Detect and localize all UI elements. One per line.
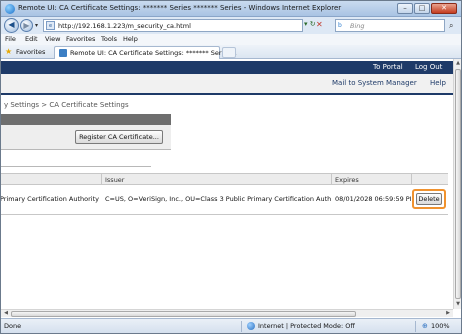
help-link[interactable]: Help xyxy=(430,79,446,87)
status-separator xyxy=(241,321,242,332)
forward-button[interactable]: ▶ xyxy=(20,19,33,32)
tab-favicon-icon xyxy=(59,49,67,57)
menu-help[interactable]: Help xyxy=(123,35,138,43)
delete-highlight: Delete xyxy=(412,189,446,209)
divider xyxy=(1,149,171,150)
logout-link[interactable]: Log Out xyxy=(415,63,442,71)
menu-view[interactable]: View xyxy=(45,35,60,43)
page-viewport: To Portal Log Out Mail to System Manager… xyxy=(1,59,453,309)
column-separator xyxy=(101,174,102,184)
header-divider xyxy=(1,93,453,95)
register-ca-certificate-button[interactable]: Register CA Certificate... xyxy=(75,130,163,144)
minimize-button[interactable]: – xyxy=(397,3,413,14)
column-separator xyxy=(331,174,332,184)
column-header-issuer: Issuer xyxy=(105,176,125,184)
tab-title: Remote UI: CA Certificate Settings: ****… xyxy=(70,49,237,57)
internet-zone-icon xyxy=(247,322,255,330)
horizontal-scroll-thumb[interactable] xyxy=(11,311,356,317)
zoom-level[interactable]: 100% xyxy=(431,322,450,330)
search-placeholder: Bing xyxy=(350,22,365,30)
menu-favorites[interactable]: Favorites xyxy=(66,35,95,43)
window-title: Remote UI: CA Certificate Settings: ****… xyxy=(18,4,342,12)
status-text: Done xyxy=(4,322,22,330)
status-bar: Done Internet | Protected Mode: Off ⊕ 10… xyxy=(1,318,461,333)
page-sub-bar: Mail to System Manager Help xyxy=(1,74,453,93)
security-zone-text: Internet | Protected Mode: Off xyxy=(258,322,355,330)
favorites-star-icon[interactable]: ★ xyxy=(5,47,12,56)
back-button[interactable]: ◀ xyxy=(4,18,19,33)
mail-to-system-manager-link[interactable]: Mail to System Manager xyxy=(332,79,417,87)
page-top-bar: To Portal Log Out xyxy=(1,61,453,74)
vertical-scroll-thumb[interactable] xyxy=(455,69,461,299)
zoom-icon[interactable]: ⊕ xyxy=(422,322,428,330)
title-bar: Remote UI: CA Certificate Settings: ****… xyxy=(1,1,461,17)
column-separator xyxy=(411,174,412,184)
new-tab-button[interactable] xyxy=(222,47,236,58)
cert-issuer: C=US, O=VeriSign, Inc., OU=Class 3 Publi… xyxy=(105,195,331,203)
delete-button[interactable]: Delete xyxy=(416,193,442,205)
address-input[interactable]: e http://192.168.1.223/m_security_ca.htm… xyxy=(43,19,303,32)
page-icon: e xyxy=(46,21,55,30)
section-header xyxy=(1,114,171,125)
url-text[interactable]: http://192.168.1.223/m_security_ca.html xyxy=(58,22,191,30)
menu-tools[interactable]: Tools xyxy=(101,35,117,43)
column-header-expires: Expires xyxy=(335,176,359,184)
ie-icon xyxy=(5,4,15,14)
close-button[interactable]: ✕ xyxy=(431,3,457,14)
address-row: ◀ ▶ ▾ e http://192.168.1.223/m_security_… xyxy=(1,17,461,34)
to-portal-link[interactable]: To Portal xyxy=(373,63,403,71)
breadcrumb: y Settings > CA Certificate Settings xyxy=(4,101,129,109)
scroll-up-icon[interactable]: ▲ xyxy=(454,60,462,68)
favorites-button[interactable]: Favorites xyxy=(16,48,45,56)
scroll-left-icon[interactable]: ◀ xyxy=(2,310,10,318)
browser-tab[interactable]: Remote UI: CA Certificate Settings: ****… xyxy=(54,46,237,59)
menu-file[interactable]: File xyxy=(5,35,16,43)
register-row: Register CA Certificate... xyxy=(1,125,171,149)
horizontal-scrollbar[interactable]: ◀ ▶ xyxy=(1,309,453,317)
cert-subject: c Primary Certification Authority xyxy=(1,195,99,203)
divider xyxy=(1,166,151,167)
status-separator xyxy=(415,321,416,332)
stop-icon[interactable]: ✕ xyxy=(316,20,323,29)
menu-edit[interactable]: Edit xyxy=(25,35,38,43)
scroll-right-icon[interactable]: ▶ xyxy=(444,310,452,318)
menu-bar: File Edit View Favorites Tools Help xyxy=(1,34,461,45)
favorites-bar: ★ Favorites Remote UI: CA Certificate Se… xyxy=(1,45,461,59)
table-header: Issuer Expires xyxy=(1,173,448,185)
maximize-button[interactable]: □ xyxy=(414,3,430,14)
cert-expires: 08/01/2028 06:59:59 PM xyxy=(335,195,411,203)
table-row: c Primary Certification Authority C=US, … xyxy=(1,185,448,215)
scroll-down-icon[interactable]: ▼ xyxy=(454,301,462,309)
vertical-scrollbar[interactable]: ▲ ▼ xyxy=(453,59,461,309)
search-input[interactable]: b Bing xyxy=(335,19,445,32)
search-icon[interactable]: ⌕ xyxy=(449,21,453,31)
bing-icon: b xyxy=(338,22,342,29)
browser-window: Remote UI: CA Certificate Settings: ****… xyxy=(0,0,462,334)
history-dropdown-icon[interactable]: ▾ xyxy=(35,22,38,29)
